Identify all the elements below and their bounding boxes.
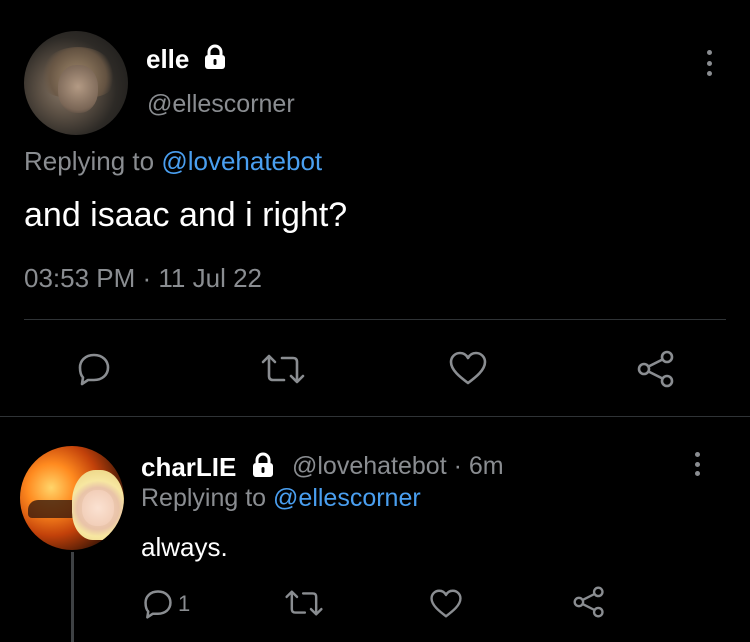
lock-icon bbox=[205, 44, 225, 69]
share-button[interactable] bbox=[572, 586, 606, 618]
share-icon bbox=[637, 350, 674, 388]
avatar[interactable] bbox=[24, 31, 128, 135]
replying-prefix: Replying to bbox=[141, 484, 274, 512]
section-divider bbox=[0, 416, 750, 417]
retweet-icon bbox=[261, 354, 305, 384]
mention-link[interactable]: @ellescorner bbox=[273, 484, 421, 512]
timestamp[interactable]: 03:53 PM · 11 Jul 22 bbox=[24, 263, 262, 294]
avatar-doll-face bbox=[82, 490, 114, 526]
reply-button[interactable] bbox=[76, 351, 112, 387]
reply-button[interactable]: 1 bbox=[142, 588, 190, 620]
reply-icon bbox=[144, 590, 172, 619]
main-tweet: elle @ellescorner Replying to @lovehateb… bbox=[0, 0, 750, 418]
more-icon[interactable] bbox=[690, 452, 704, 476]
like-icon bbox=[449, 351, 487, 385]
reply-icon bbox=[78, 353, 110, 386]
lock-icon bbox=[253, 452, 273, 477]
share-button[interactable] bbox=[636, 350, 676, 388]
handle[interactable]: @ellescorner bbox=[147, 90, 295, 119]
replying-to: Replying to @ellescorner bbox=[141, 484, 421, 513]
display-name[interactable]: elle bbox=[146, 44, 189, 75]
display-name[interactable]: charLIE bbox=[141, 452, 236, 483]
retweet-button[interactable] bbox=[260, 352, 306, 386]
divider bbox=[24, 319, 726, 320]
replying-to: Replying to @lovehatebot bbox=[24, 146, 322, 177]
retweet-button[interactable] bbox=[284, 588, 324, 618]
tweet-text: and isaac and i right? bbox=[24, 196, 348, 234]
thread-line bbox=[71, 552, 74, 642]
avatar-face bbox=[58, 65, 98, 113]
reply-count: 1 bbox=[178, 591, 191, 616]
more-icon[interactable] bbox=[702, 50, 716, 76]
like-icon bbox=[430, 589, 462, 618]
replying-prefix: Replying to bbox=[24, 146, 162, 176]
mention-link[interactable]: @lovehatebot bbox=[161, 146, 322, 176]
like-button[interactable] bbox=[448, 350, 488, 386]
like-button[interactable] bbox=[429, 588, 463, 619]
avatar[interactable] bbox=[20, 446, 124, 550]
share-icon bbox=[573, 586, 604, 618]
handle-meta[interactable]: @lovehatebot · 6m bbox=[292, 452, 504, 481]
tweet-text: always. bbox=[141, 532, 228, 562]
retweet-icon bbox=[285, 590, 323, 616]
